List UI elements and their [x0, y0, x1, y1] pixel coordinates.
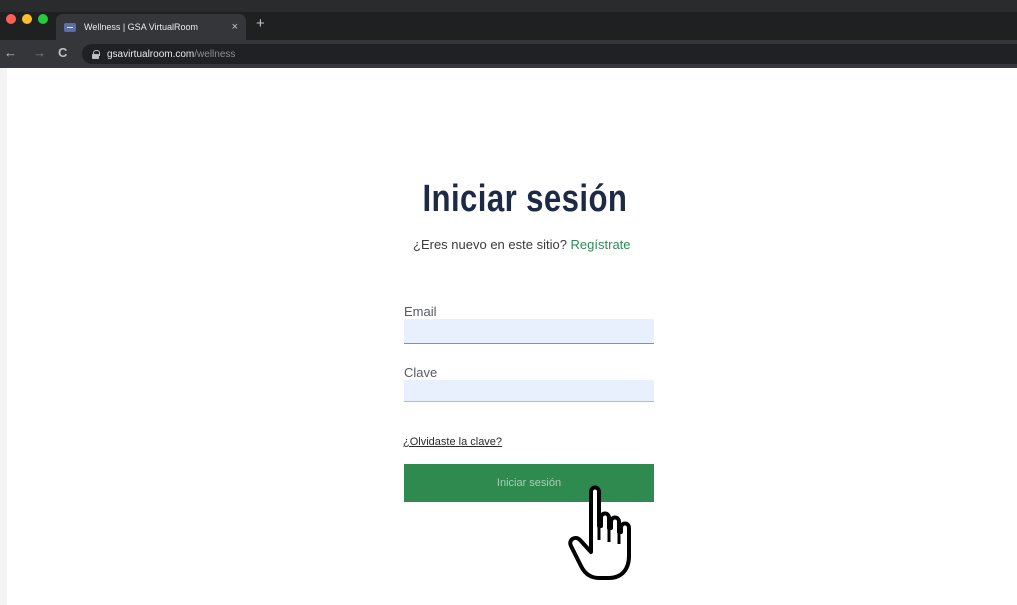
favicon-icon	[64, 22, 76, 32]
back-arrow-icon[interactable]: ←	[4, 44, 17, 62]
browser-chrome: Wellness | GSA VirtualRoom × + ← → C gsa…	[0, 0, 1017, 68]
minimize-window-button[interactable]	[22, 14, 32, 24]
maximize-window-button[interactable]	[38, 14, 48, 24]
signup-prompt-text: ¿Eres nuevo en este sitio?	[413, 237, 567, 252]
password-field[interactable]	[404, 380, 654, 402]
new-tab-button[interactable]: +	[256, 14, 265, 34]
page-title: Iniciar sesión	[422, 178, 628, 220]
email-field[interactable]	[404, 319, 654, 344]
address-bar[interactable]: gsavirtualroom.com /wellness	[82, 44, 1017, 64]
email-label: Email	[404, 304, 437, 319]
hand-pointer-icon	[568, 485, 631, 580]
lock-icon	[92, 49, 100, 59]
signup-prompt: ¿Eres nuevo en este sitio? Regístrate	[413, 237, 631, 252]
register-link[interactable]: Regístrate	[571, 237, 631, 252]
reload-icon[interactable]: C	[58, 44, 67, 62]
close-tab-icon[interactable]: ×	[232, 21, 238, 33]
close-window-button[interactable]	[6, 14, 16, 24]
password-label: Clave	[404, 365, 438, 380]
tab-title: Wellness | GSA VirtualRoom	[84, 22, 199, 32]
url-path: /wellness	[194, 48, 236, 60]
page-edge	[0, 68, 7, 605]
forgot-password-link[interactable]: ¿Olvidaste la clave?	[403, 436, 502, 448]
forward-arrow-icon[interactable]: →	[33, 44, 46, 62]
browser-tab[interactable]: Wellness | GSA VirtualRoom ×	[56, 14, 246, 40]
url-host: gsavirtualroom.com	[107, 48, 195, 60]
